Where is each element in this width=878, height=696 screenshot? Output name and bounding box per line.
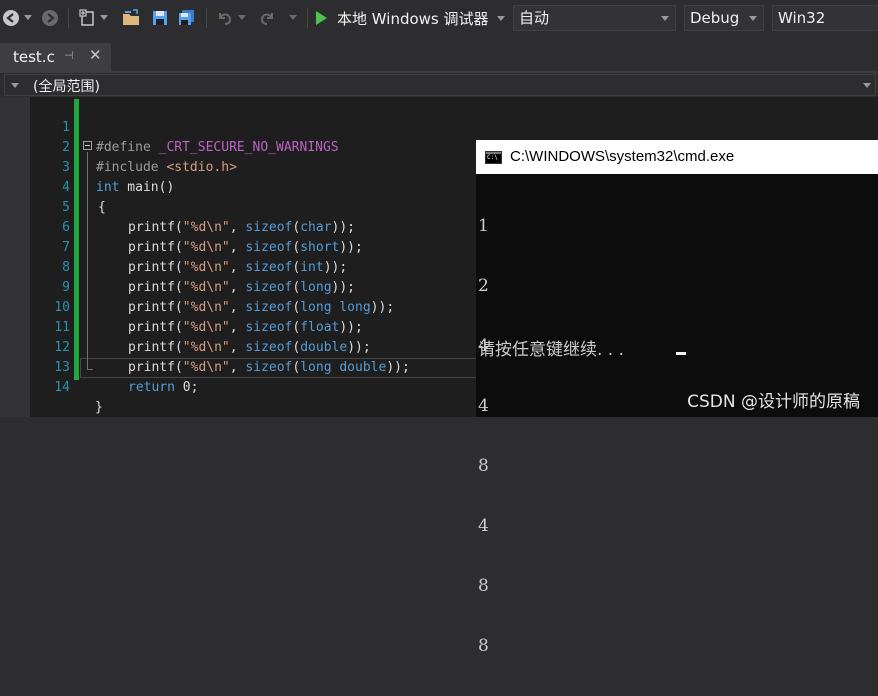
code-line: 9 printf("%d\n", sizeof(long long)); xyxy=(0,258,480,315)
chevron-down-icon xyxy=(11,83,19,88)
output-line: 2 xyxy=(478,276,489,296)
platform-dropdown[interactable]: Win32 xyxy=(772,5,878,31)
code-line: 3 int main() xyxy=(0,138,480,195)
code-line: 1 #define _CRT_SECURE_NO_WARNINGS xyxy=(0,98,480,155)
tab-label: test.c xyxy=(13,48,55,66)
cmd-icon xyxy=(485,151,502,164)
code-line: 14 } xyxy=(0,358,480,415)
code-line: 13 return 0; xyxy=(0,338,480,395)
chevron-down-icon xyxy=(749,16,757,21)
console-output: 1 2 4 4 8 4 8 8 xyxy=(478,176,500,696)
toolbar-separator xyxy=(307,8,308,28)
keyword: return xyxy=(128,380,175,395)
code-line: 6 printf("%d\n", sizeof(short)); xyxy=(0,198,480,255)
close-brace: } xyxy=(95,400,103,415)
code-line: 8 printf("%d\n", sizeof(long)); xyxy=(0,238,480,295)
new-item-icon[interactable] xyxy=(76,5,98,31)
output-line: 4 xyxy=(478,396,489,416)
redo-icon[interactable] xyxy=(256,5,278,31)
code-line: 5 printf("%d\n", sizeof(char)); xyxy=(0,178,480,235)
solution-auto-dropdown[interactable]: 自动 xyxy=(513,5,676,31)
code-line: 7 printf("%d\n", sizeof(int)); xyxy=(0,218,480,275)
code-line: 4 { xyxy=(0,158,480,215)
tab-test-c[interactable]: test.c ⊣ ✕ xyxy=(0,43,111,71)
console-titlebar[interactable]: C:\WINDOWS\system32\cmd.exe xyxy=(476,140,878,174)
chevron-down-icon xyxy=(863,83,871,88)
configuration-value: Debug xyxy=(690,9,740,27)
watermark: CSDN @设计师的原稿 xyxy=(687,392,860,412)
scope-dropdown[interactable]: (全局范围) xyxy=(4,74,876,96)
chevron-down-icon xyxy=(496,15,505,21)
line-number: 14 xyxy=(54,380,70,395)
configuration-dropdown[interactable]: Debug xyxy=(684,5,764,31)
code-line: 12 printf("%d\n", sizeof(long double)); xyxy=(0,318,480,375)
return-value: 0; xyxy=(174,380,199,395)
open-folder-icon[interactable] xyxy=(120,5,144,31)
save-icon[interactable] xyxy=(150,5,170,31)
chevron-down-icon[interactable] xyxy=(98,5,110,31)
code-line: 10 printf("%d\n", sizeof(float)); xyxy=(0,278,480,335)
document-tab-strip: test.c ⊣ ✕ xyxy=(0,43,878,71)
save-all-icon[interactable] xyxy=(176,5,198,31)
solution-auto-value: 自动 xyxy=(519,9,550,27)
chevron-down-icon[interactable] xyxy=(21,5,35,31)
console-cursor xyxy=(676,352,686,355)
start-debugging-button[interactable]: 本地 Windows 调试器 xyxy=(316,5,505,31)
output-line: 8 xyxy=(478,636,489,656)
console-prompt: 请按任意键继续. . . xyxy=(478,340,625,360)
output-line: 8 xyxy=(478,576,489,596)
chevron-down-icon xyxy=(661,16,669,21)
scope-label: (全局范围) xyxy=(33,79,100,95)
debugger-label: 本地 Windows 调试器 xyxy=(337,9,489,28)
code-line: 11 printf("%d\n", sizeof(double)); xyxy=(0,298,480,355)
tab-underline xyxy=(0,71,878,73)
console-window[interactable]: C:\WINDOWS\system32\cmd.exe 1 2 4 4 8 4 … xyxy=(476,140,878,656)
close-icon[interactable]: ✕ xyxy=(89,46,102,64)
chevron-down-icon[interactable] xyxy=(236,5,248,31)
platform-value: Win32 xyxy=(778,9,826,27)
forward-icon[interactable] xyxy=(40,5,60,31)
chevron-down-icon[interactable] xyxy=(286,5,300,31)
output-line: 4 xyxy=(478,516,489,536)
undo-icon[interactable] xyxy=(214,5,236,31)
back-icon[interactable] xyxy=(1,5,21,31)
output-line: 1 xyxy=(478,216,489,236)
toolbar-separator xyxy=(68,8,69,28)
console-title: C:\WINDOWS\system32\cmd.exe xyxy=(510,148,735,165)
output-line: 8 xyxy=(478,456,489,476)
pin-icon[interactable]: ⊣ xyxy=(64,49,74,62)
start-icon xyxy=(316,11,327,25)
code-line: 2 #include <stdio.h> xyxy=(0,118,480,175)
toolbar-separator xyxy=(206,8,207,28)
toolbar: 本地 Windows 调试器 自动 Debug Win32 xyxy=(0,0,878,36)
